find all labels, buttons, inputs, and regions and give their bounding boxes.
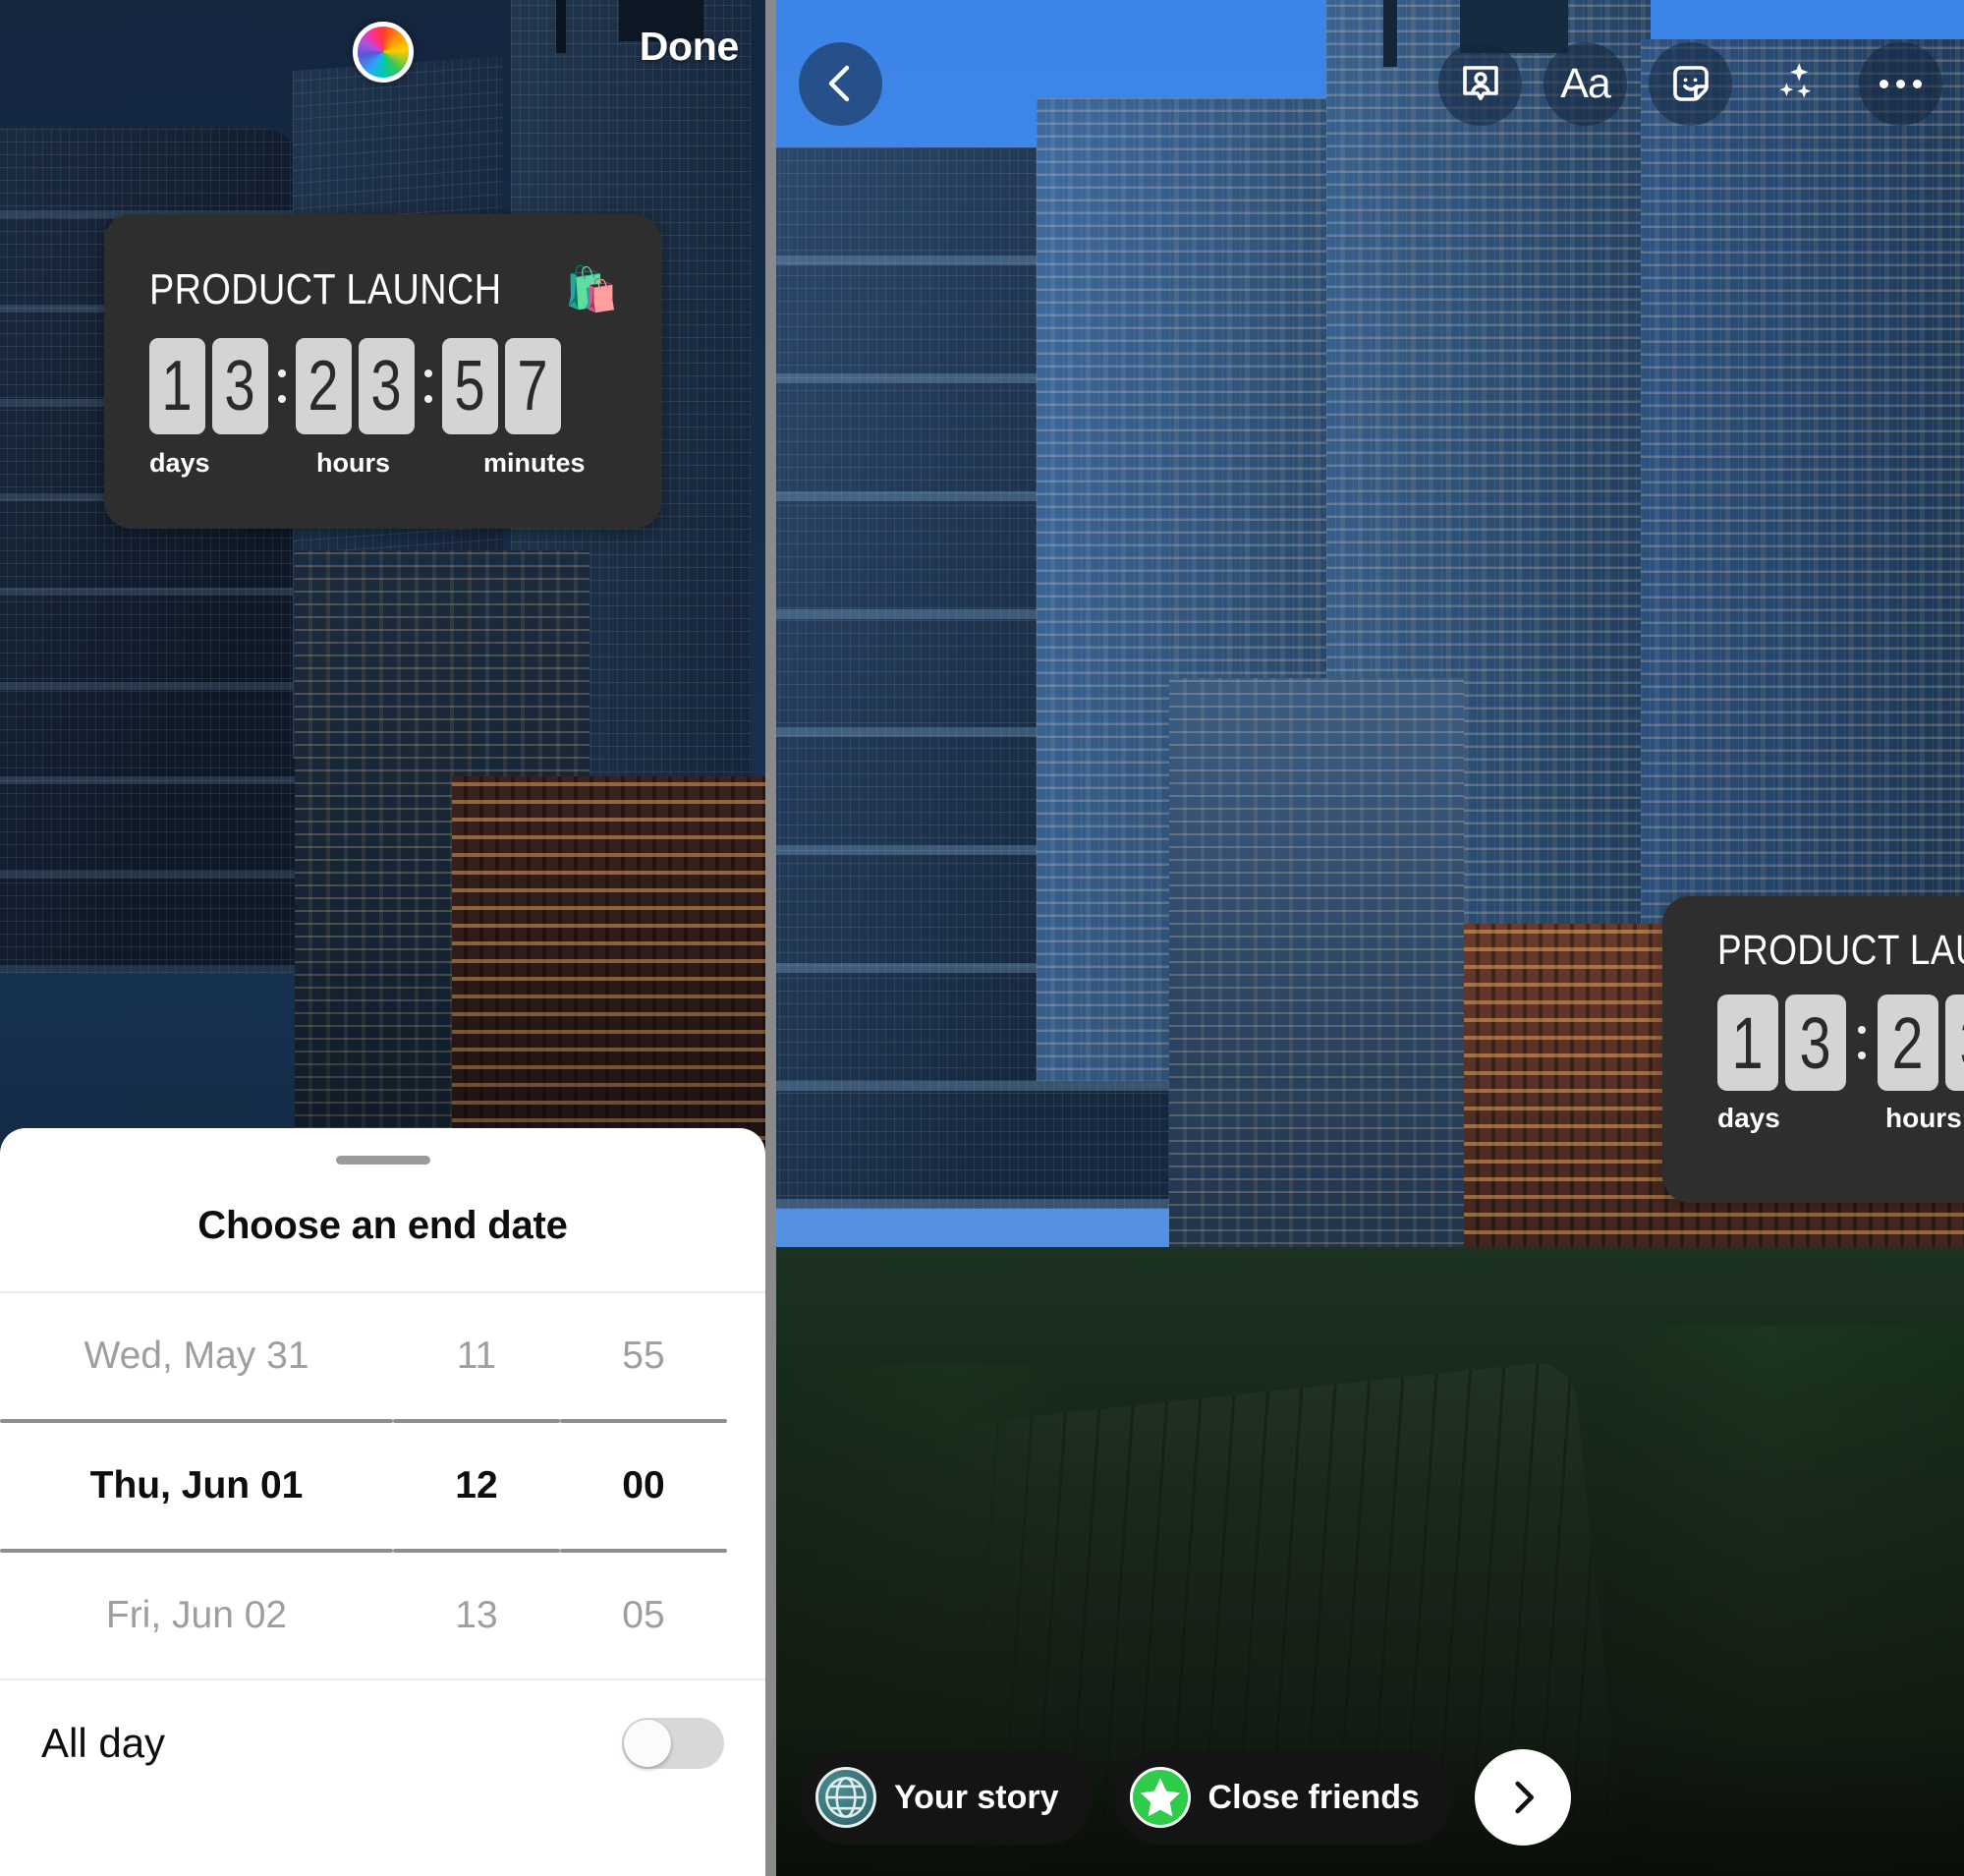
countdown-labels-row: days hours minutes (149, 448, 661, 479)
close-friends-label: Close friends (1207, 1778, 1420, 1816)
sheet-title: Choose an end date (197, 1204, 568, 1247)
countdown-title-row: PRODUCT LAUNCH 🛍️ (149, 265, 661, 314)
sticker-smiley-icon (1672, 66, 1709, 101)
separator-colon-2 (415, 338, 442, 434)
profile-card-icon (1462, 66, 1498, 100)
sparkle-effects-icon (1779, 63, 1811, 98)
choose-end-date-sheet: Choose an end date Wed, May 31 11 55 Thu… (0, 1128, 765, 1876)
label-days: days (149, 448, 210, 478)
separator-colon-1 (268, 338, 296, 434)
days-group: 1 3 (149, 338, 268, 434)
hours-group: 2 3 (1878, 995, 1964, 1091)
share-next-button[interactable] (1474, 1749, 1571, 1846)
share-bottom-bar: Your story Close friends (776, 1719, 1964, 1876)
all-day-row[interactable]: All day (0, 1680, 765, 1806)
label-hours: hours (1885, 1103, 1962, 1133)
chevron-left-icon (828, 65, 849, 102)
hours-digit-tens: 2 (1878, 995, 1938, 1091)
date-time-picker[interactable]: Wed, May 31 11 55 Thu, Jun 01 12 00 Fri,… (0, 1293, 765, 1678)
text-aa-icon: Aa (1560, 59, 1611, 107)
picker-date-next: Fri, Jun 02 (105, 1594, 288, 1636)
picker-selection-line-bottom (0, 1549, 765, 1553)
editor-toolbar: Aa (776, 0, 1964, 167)
text-button[interactable]: Aa (1543, 41, 1627, 126)
picker-hour-next: 13 (455, 1594, 498, 1636)
hours-group: 2 3 (296, 338, 415, 434)
picker-row-selected[interactable]: Thu, Jun 01 12 00 (0, 1423, 765, 1549)
countdown-title: PRODUCT LAUNCH (149, 265, 502, 313)
days-digit-ones: 3 (212, 338, 268, 434)
picker-date-selected: Thu, Jun 01 (89, 1464, 304, 1506)
all-day-label: All day (41, 1720, 166, 1766)
done-button[interactable]: Done (640, 24, 740, 70)
chevron-right-icon (1515, 1781, 1534, 1814)
effects-button[interactable] (1754, 42, 1837, 126)
shopping-bags-emoji-icon: 🛍️ (564, 265, 620, 313)
minutes-digit-tens: 5 (442, 338, 498, 434)
color-wheel-icon[interactable] (352, 21, 414, 83)
countdown-sticker[interactable]: PRODUCT LAUNCH 🛍️ 1 3 2 3 5 7 days hours… (104, 214, 661, 529)
more-options-button[interactable] (1859, 41, 1942, 126)
picker-minute-next: 05 (622, 1594, 665, 1636)
story-editor-left-panel: Done PRODUCT LAUNCH 🛍️ 1 3 2 3 5 7 days … (0, 0, 765, 1876)
your-story-button[interactable]: Your story (800, 1750, 1093, 1845)
picker-row-next[interactable]: Fri, Jun 02 13 05 (0, 1553, 765, 1678)
story-preview-right-panel: Aa PRODUCT LA 1 3 2 days hours Your stor… (776, 0, 1964, 1876)
minutes-group: 5 7 (442, 338, 561, 434)
label-days: days (1717, 1103, 1780, 1133)
separator-colon-1 (1846, 995, 1878, 1091)
all-day-toggle[interactable] (622, 1718, 724, 1769)
picker-hour-previous: 11 (456, 1335, 497, 1377)
countdown-title: PRODUCT LAUNCH (1717, 927, 1964, 974)
picker-minute-selected: 00 (622, 1464, 665, 1506)
sheet-drag-handle[interactable] (335, 1156, 430, 1165)
screenshot-stage: Done PRODUCT LAUNCH 🛍️ 1 3 2 3 5 7 days … (0, 0, 1964, 1876)
midrise-building (1169, 678, 1464, 1268)
countdown-title-row: PRODUCT LAUNCH 🛍️ (1717, 927, 1964, 975)
hours-digit-ones: 3 (1945, 995, 1964, 1091)
days-digit-ones: 3 (1785, 995, 1846, 1091)
picker-minute-previous: 55 (622, 1335, 665, 1377)
hours-digit-tens: 2 (296, 338, 352, 434)
toolbar-right-group: Aa (1438, 41, 1942, 126)
hours-digit-ones: 3 (359, 338, 415, 434)
picker-date-previous: Wed, May 31 (84, 1335, 309, 1377)
countdown-digits-row: 1 3 2 3 5 7 (149, 338, 661, 434)
profile-card-button[interactable] (1438, 41, 1522, 126)
toggle-knob (624, 1720, 671, 1767)
countdown-labels-row: days hours minutes (1717, 1103, 1964, 1134)
label-minutes: minutes (483, 448, 586, 478)
star-icon (1140, 1778, 1180, 1817)
your-story-avatar (815, 1767, 876, 1828)
days-digit-tens: 1 (149, 338, 205, 434)
countdown-sticker-preview[interactable]: PRODUCT LAUNCH 🛍️ 1 3 2 3 5 7 (1662, 896, 1964, 1203)
panel-divider (765, 0, 776, 1876)
days-group: 1 3 (1717, 995, 1846, 1091)
label-hours: hours (316, 448, 391, 478)
close-friends-button[interactable]: Close friends (1113, 1750, 1453, 1845)
close-friends-star-icon (1129, 1767, 1191, 1828)
days-digit-tens: 1 (1717, 995, 1778, 1091)
countdown-digits-row: 1 3 2 3 5 7 (1717, 995, 1964, 1091)
sticker-button[interactable] (1649, 41, 1732, 126)
back-button[interactable] (799, 41, 882, 126)
your-story-label: Your story (894, 1778, 1059, 1816)
globe-icon (825, 1777, 867, 1818)
more-options-icon (1880, 79, 1922, 88)
minutes-digit-ones: 7 (505, 338, 561, 434)
picker-hour-selected: 12 (455, 1464, 498, 1506)
picker-selection-line-top (0, 1419, 765, 1423)
picker-row-previous[interactable]: Wed, May 31 11 55 (0, 1293, 765, 1419)
